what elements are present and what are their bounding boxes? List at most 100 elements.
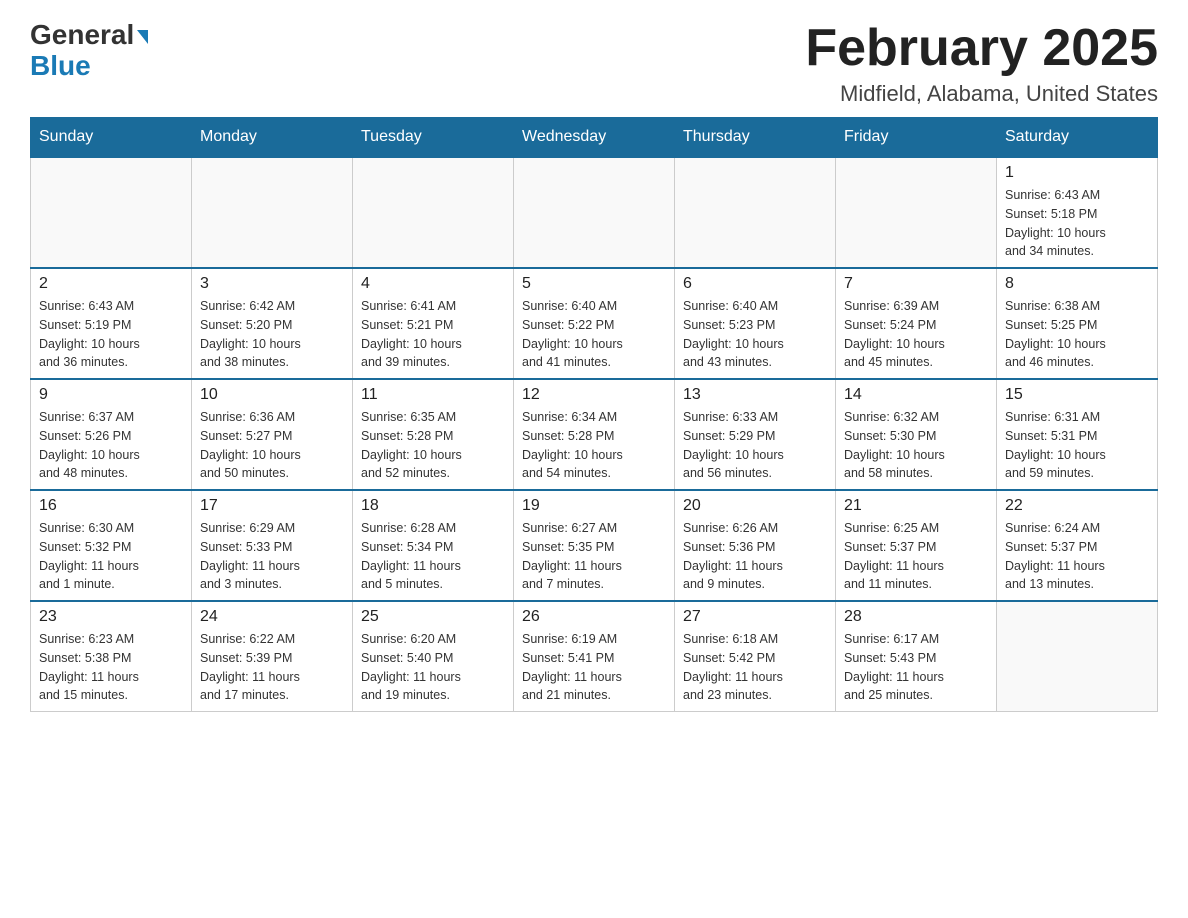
calendar-cell: 14 Sunrise: 6:32 AM Sunset: 5:30 PM Dayli… (836, 379, 997, 490)
day-info: Sunrise: 6:28 AM Sunset: 5:34 PM Dayligh… (361, 519, 505, 594)
logo-arrow-icon (137, 30, 148, 44)
day-info: Sunrise: 6:18 AM Sunset: 5:42 PM Dayligh… (683, 630, 827, 705)
day-number: 4 (361, 275, 505, 293)
calendar-cell: 2Sunrise: 6:43 AM Sunset: 5:19 PM Daylig… (31, 268, 192, 379)
calendar-cell: 17 Sunrise: 6:29 AM Sunset: 5:33 PM Dayli… (192, 490, 353, 601)
day-number: 13 (683, 386, 827, 404)
day-info: Sunrise: 6:43 AM Sunset: 5:19 PM Dayligh… (39, 297, 183, 372)
day-info: Sunrise: 6:37 AM Sunset: 5:26 PM Dayligh… (39, 408, 183, 483)
day-info: Sunrise: 6:17 AM Sunset: 5:43 PM Dayligh… (844, 630, 988, 705)
day-number: 18 (361, 497, 505, 515)
day-number: 5 (522, 275, 666, 293)
day-number: 19 (522, 497, 666, 515)
month-title: February 2025 (805, 20, 1158, 77)
page-header: General Blue February 2025 Midfield, Ala… (30, 20, 1158, 107)
day-number: 22 (1005, 497, 1149, 515)
calendar-week-row: 1Sunrise: 6:43 AM Sunset: 5:18 PM Daylig… (31, 157, 1158, 268)
header-cell-friday: Friday (836, 118, 997, 158)
calendar-cell (836, 157, 997, 268)
day-number: 15 (1005, 386, 1149, 404)
day-info: Sunrise: 6:25 AM Sunset: 5:37 PM Dayligh… (844, 519, 988, 594)
calendar-week-row: 2Sunrise: 6:43 AM Sunset: 5:19 PM Daylig… (31, 268, 1158, 379)
day-info: Sunrise: 6:36 AM Sunset: 5:27 PM Dayligh… (200, 408, 344, 483)
calendar-cell: 9 Sunrise: 6:37 AM Sunset: 5:26 PM Daylig… (31, 379, 192, 490)
header-cell-sunday: Sunday (31, 118, 192, 158)
calendar-cell: 13 Sunrise: 6:33 AM Sunset: 5:29 PM Dayli… (675, 379, 836, 490)
day-number: 1 (1005, 164, 1149, 182)
logo-blue-text: Blue (30, 51, 148, 82)
calendar-body: 1Sunrise: 6:43 AM Sunset: 5:18 PM Daylig… (31, 157, 1158, 712)
day-number: 6 (683, 275, 827, 293)
calendar-cell (997, 601, 1158, 712)
calendar-cell (514, 157, 675, 268)
calendar-week-row: 23 Sunrise: 6:23 AM Sunset: 5:38 PM Dayli… (31, 601, 1158, 712)
calendar-cell (675, 157, 836, 268)
calendar-cell: 1Sunrise: 6:43 AM Sunset: 5:18 PM Daylig… (997, 157, 1158, 268)
calendar-cell (192, 157, 353, 268)
calendar-cell (353, 157, 514, 268)
calendar-header: SundayMondayTuesdayWednesdayThursdayFrid… (31, 118, 1158, 158)
calendar-cell: 25 Sunrise: 6:20 AM Sunset: 5:40 PM Dayli… (353, 601, 514, 712)
logo: General Blue (30, 20, 148, 82)
header-cell-monday: Monday (192, 118, 353, 158)
title-block: February 2025 Midfield, Alabama, United … (805, 20, 1158, 107)
calendar-cell: 24 Sunrise: 6:22 AM Sunset: 5:39 PM Dayli… (192, 601, 353, 712)
day-number: 20 (683, 497, 827, 515)
day-number: 10 (200, 386, 344, 404)
calendar-cell: 22 Sunrise: 6:24 AM Sunset: 5:37 PM Dayli… (997, 490, 1158, 601)
calendar-cell: 10 Sunrise: 6:36 AM Sunset: 5:27 PM Dayli… (192, 379, 353, 490)
day-info: Sunrise: 6:24 AM Sunset: 5:37 PM Dayligh… (1005, 519, 1149, 594)
day-info: Sunrise: 6:22 AM Sunset: 5:39 PM Dayligh… (200, 630, 344, 705)
day-info: Sunrise: 6:29 AM Sunset: 5:33 PM Dayligh… (200, 519, 344, 594)
calendar-cell: 12Sunrise: 6:34 AM Sunset: 5:28 PM Dayli… (514, 379, 675, 490)
day-info: Sunrise: 6:40 AM Sunset: 5:23 PM Dayligh… (683, 297, 827, 372)
calendar-cell: 26Sunrise: 6:19 AM Sunset: 5:41 PM Dayli… (514, 601, 675, 712)
day-number: 27 (683, 608, 827, 626)
day-number: 21 (844, 497, 988, 515)
day-info: Sunrise: 6:35 AM Sunset: 5:28 PM Dayligh… (361, 408, 505, 483)
day-info: Sunrise: 6:20 AM Sunset: 5:40 PM Dayligh… (361, 630, 505, 705)
calendar-week-row: 16 Sunrise: 6:30 AM Sunset: 5:32 PM Dayli… (31, 490, 1158, 601)
calendar-cell: 20 Sunrise: 6:26 AM Sunset: 5:36 PM Dayli… (675, 490, 836, 601)
day-info: Sunrise: 6:26 AM Sunset: 5:36 PM Dayligh… (683, 519, 827, 594)
day-info: Sunrise: 6:33 AM Sunset: 5:29 PM Dayligh… (683, 408, 827, 483)
day-number: 16 (39, 497, 183, 515)
day-number: 17 (200, 497, 344, 515)
day-number: 11 (361, 386, 505, 404)
location-subtitle: Midfield, Alabama, United States (805, 81, 1158, 107)
day-info: Sunrise: 6:42 AM Sunset: 5:20 PM Dayligh… (200, 297, 344, 372)
day-info: Sunrise: 6:27 AM Sunset: 5:35 PM Dayligh… (522, 519, 666, 594)
day-number: 9 (39, 386, 183, 404)
header-cell-wednesday: Wednesday (514, 118, 675, 158)
calendar-cell: 3 Sunrise: 6:42 AM Sunset: 5:20 PM Daylig… (192, 268, 353, 379)
header-cell-saturday: Saturday (997, 118, 1158, 158)
day-info: Sunrise: 6:41 AM Sunset: 5:21 PM Dayligh… (361, 297, 505, 372)
day-info: Sunrise: 6:23 AM Sunset: 5:38 PM Dayligh… (39, 630, 183, 705)
day-info: Sunrise: 6:32 AM Sunset: 5:30 PM Dayligh… (844, 408, 988, 483)
calendar-cell: 15 Sunrise: 6:31 AM Sunset: 5:31 PM Dayli… (997, 379, 1158, 490)
day-info: Sunrise: 6:39 AM Sunset: 5:24 PM Dayligh… (844, 297, 988, 372)
calendar-cell (31, 157, 192, 268)
day-info: Sunrise: 6:31 AM Sunset: 5:31 PM Dayligh… (1005, 408, 1149, 483)
calendar-cell: 11 Sunrise: 6:35 AM Sunset: 5:28 PM Dayli… (353, 379, 514, 490)
day-number: 8 (1005, 275, 1149, 293)
day-number: 23 (39, 608, 183, 626)
day-number: 25 (361, 608, 505, 626)
day-number: 14 (844, 386, 988, 404)
calendar-cell: 23 Sunrise: 6:23 AM Sunset: 5:38 PM Dayli… (31, 601, 192, 712)
calendar-cell: 6 Sunrise: 6:40 AM Sunset: 5:23 PM Daylig… (675, 268, 836, 379)
day-info: Sunrise: 6:30 AM Sunset: 5:32 PM Dayligh… (39, 519, 183, 594)
calendar-cell: 7Sunrise: 6:39 AM Sunset: 5:24 PM Daylig… (836, 268, 997, 379)
calendar-cell: 4 Sunrise: 6:41 AM Sunset: 5:21 PM Daylig… (353, 268, 514, 379)
day-number: 3 (200, 275, 344, 293)
day-number: 26 (522, 608, 666, 626)
day-number: 28 (844, 608, 988, 626)
day-info: Sunrise: 6:34 AM Sunset: 5:28 PM Dayligh… (522, 408, 666, 483)
header-row: SundayMondayTuesdayWednesdayThursdayFrid… (31, 118, 1158, 158)
header-cell-thursday: Thursday (675, 118, 836, 158)
calendar-cell: 27 Sunrise: 6:18 AM Sunset: 5:42 PM Dayli… (675, 601, 836, 712)
day-number: 24 (200, 608, 344, 626)
calendar-cell: 28 Sunrise: 6:17 AM Sunset: 5:43 PM Dayli… (836, 601, 997, 712)
calendar-cell: 21 Sunrise: 6:25 AM Sunset: 5:37 PM Dayli… (836, 490, 997, 601)
logo-general-text: General (30, 20, 134, 51)
